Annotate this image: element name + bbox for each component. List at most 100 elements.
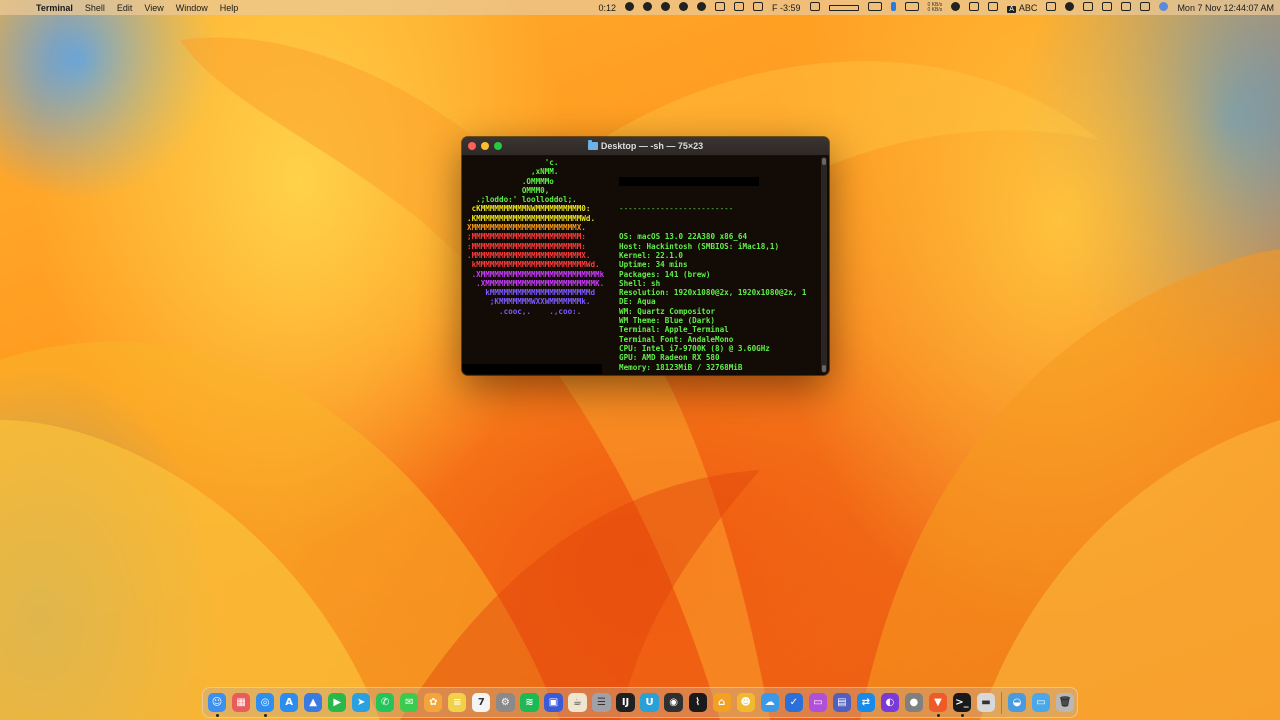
info-value: Apple_Terminal [664,325,729,335]
wifi-off-icon[interactable] [1083,2,1094,11]
menu-app-name[interactable]: Terminal [36,3,73,13]
dock-record-icon[interactable]: ◉ [664,693,683,712]
info-value: sh [651,278,661,288]
menu-help[interactable]: Help [220,3,239,13]
disk-graph-icon[interactable] [867,2,882,11]
dictionary-icon[interactable] [679,2,688,11]
menu-clock[interactable]: Mon 7 Nov 12:44:07 AM [1177,3,1274,13]
menu-edit[interactable]: Edit [117,3,133,13]
battery-icon[interactable] [988,2,999,11]
lungo-icon[interactable] [625,2,634,11]
user-icon[interactable] [1065,2,1075,11]
logo-line: OMMM0, [467,185,550,195]
play-icon[interactable] [697,2,706,11]
dock-browser-folder-icon[interactable]: ◒ [1007,693,1027,712]
info-key: Terminal Font: [619,334,688,344]
dock-home-icon[interactable]: ⌂ [712,693,731,712]
network-speed[interactable]: 0 KB/s 0 KB/s [928,2,943,13]
info-key: OS: [619,232,638,242]
inbox-icon[interactable] [715,2,725,11]
info-line: Uptime: 34 mins [619,260,806,269]
menu-shell[interactable]: Shell [85,3,105,13]
neofetch-logo: 'c. ,xNMM. .OMMMMo OMMM0, .;loddo:' lool… [467,158,604,316]
info-line: Shell: sh [619,279,806,288]
siri-icon[interactable] [1159,2,1169,11]
memory-graph-icon[interactable] [828,4,859,11]
dock-terminal-icon[interactable]: >_ [952,693,972,717]
info-value: macOS 13.0 22A380 x86_64 [637,232,748,242]
dock-spotify-icon[interactable]: ≋ [520,693,539,712]
menu-window[interactable]: Window [176,3,208,13]
dock-system-settings-icon[interactable]: ⚙ [496,693,515,712]
dock-preview-icon[interactable]: ▤ [832,693,851,712]
logo-line: .OMMMMo [467,176,554,186]
info-key: Memory: [619,362,656,372]
battery-meter-icon[interactable] [890,2,896,11]
minimize-window-button[interactable] [481,142,489,150]
dock-testflight-icon[interactable]: ▲ [304,693,323,712]
volume-icon[interactable] [1046,2,1057,11]
dock-teamviewer-icon[interactable]: ⇄ [856,693,875,712]
dock-telegram-icon[interactable]: ➤ [352,693,371,712]
dock-activity-monitor-icon[interactable]: ⌇ [688,693,707,712]
bluetooth-icon[interactable] [969,2,980,11]
dock-photos-icon[interactable]: ✿ [424,693,443,712]
dock-downloads-folder-icon[interactable]: ▭ [1031,693,1051,712]
switch-icon[interactable] [1140,2,1151,11]
info-key: DE: [619,297,638,307]
info-separator: ------------------------- [619,204,734,214]
cpu-meter-icon[interactable] [809,2,820,11]
dock-database-icon[interactable]: ☰ [592,693,611,712]
terminal-titlebar[interactable]: Desktop — -sh — 75×23 [462,137,829,156]
info-key: CPU: [619,343,642,353]
dock-facetime-icon[interactable]: ▶ [328,693,347,712]
clock-icon[interactable] [951,2,961,11]
dock-calendar-icon[interactable]: 7 [472,693,491,712]
dock-safari-icon[interactable]: ◎ [255,693,275,717]
control-center-icon[interactable] [1102,2,1113,11]
dock-notes-icon[interactable]: ≡ [448,693,467,712]
openai-icon[interactable] [661,2,670,11]
info-value: Quartz Compositor [637,306,716,316]
sensors-icon[interactable] [904,2,919,11]
input-source[interactable]: A ABC [1007,3,1037,13]
folder-icon [587,140,598,150]
dock-utility-icon[interactable]: ● [904,693,924,712]
logo-line: .KMMMMMMMMMMMMMMMMMMMMMMMWd. [467,213,596,223]
timer-status[interactable]: 0:12 [598,3,616,13]
terminal-scrollbar[interactable] [821,157,827,373]
close-window-button[interactable] [468,142,476,150]
dock-finder-icon[interactable]: ☺ [207,693,227,717]
menu-view[interactable]: View [144,3,163,13]
dock-brave-icon[interactable]: ▼ [928,693,948,717]
dock-app-store-icon[interactable]: A [279,693,299,712]
dock-system-monitor-icon[interactable]: ▬ [976,693,996,712]
dock-launchpad-icon[interactable]: ▦ [231,693,251,712]
terminal-content[interactable]: 'c. ,xNMM. .OMMMMo OMMM0, .;loddo:' lool… [462,156,829,375]
info-line: CPU: Intel i7-9700K (8) @ 3.60GHz [619,344,806,353]
vpn-icon[interactable] [643,2,652,11]
dock-screens-icon[interactable]: ▣ [544,693,563,712]
dock-trash-icon[interactable]: 🗑 [1055,693,1075,712]
logo-line: ;KMMMMMMMWXXWMMMMMMMk. [467,297,591,307]
arrow-icon[interactable] [734,2,744,11]
zoom-window-button[interactable] [494,142,502,150]
dock-tasks-icon[interactable]: ✓ [784,693,803,712]
info-value: 22.1.0 [655,250,684,260]
battery-status[interactable]: F -3:59 [772,3,801,13]
info-value: Aqua [637,297,656,307]
home-status-icon[interactable] [753,2,763,11]
dock-amphetamine-icon[interactable]: ☕ [568,693,587,712]
dock-intellij-icon[interactable]: IJ [616,693,635,712]
dock-tv-icon[interactable]: ▭ [808,693,827,712]
dock-messages-icon[interactable]: ✉ [400,693,419,712]
info-key: GPU: [619,353,642,363]
bartender-icon[interactable] [1121,2,1132,11]
info-value: Blue (Dark) [664,316,716,326]
dock-whatsapp-icon[interactable]: ✆ [376,693,395,712]
dock-cloud-icon[interactable]: ☁ [760,693,779,712]
menu-bar: Terminal Shell Edit View Window Help 0:1… [0,0,1280,15]
dock-upwork-icon[interactable]: U [640,693,659,712]
dock-cyberduck-icon[interactable]: ☻ [736,693,755,712]
dock-github-icon[interactable]: ◐ [880,693,900,712]
